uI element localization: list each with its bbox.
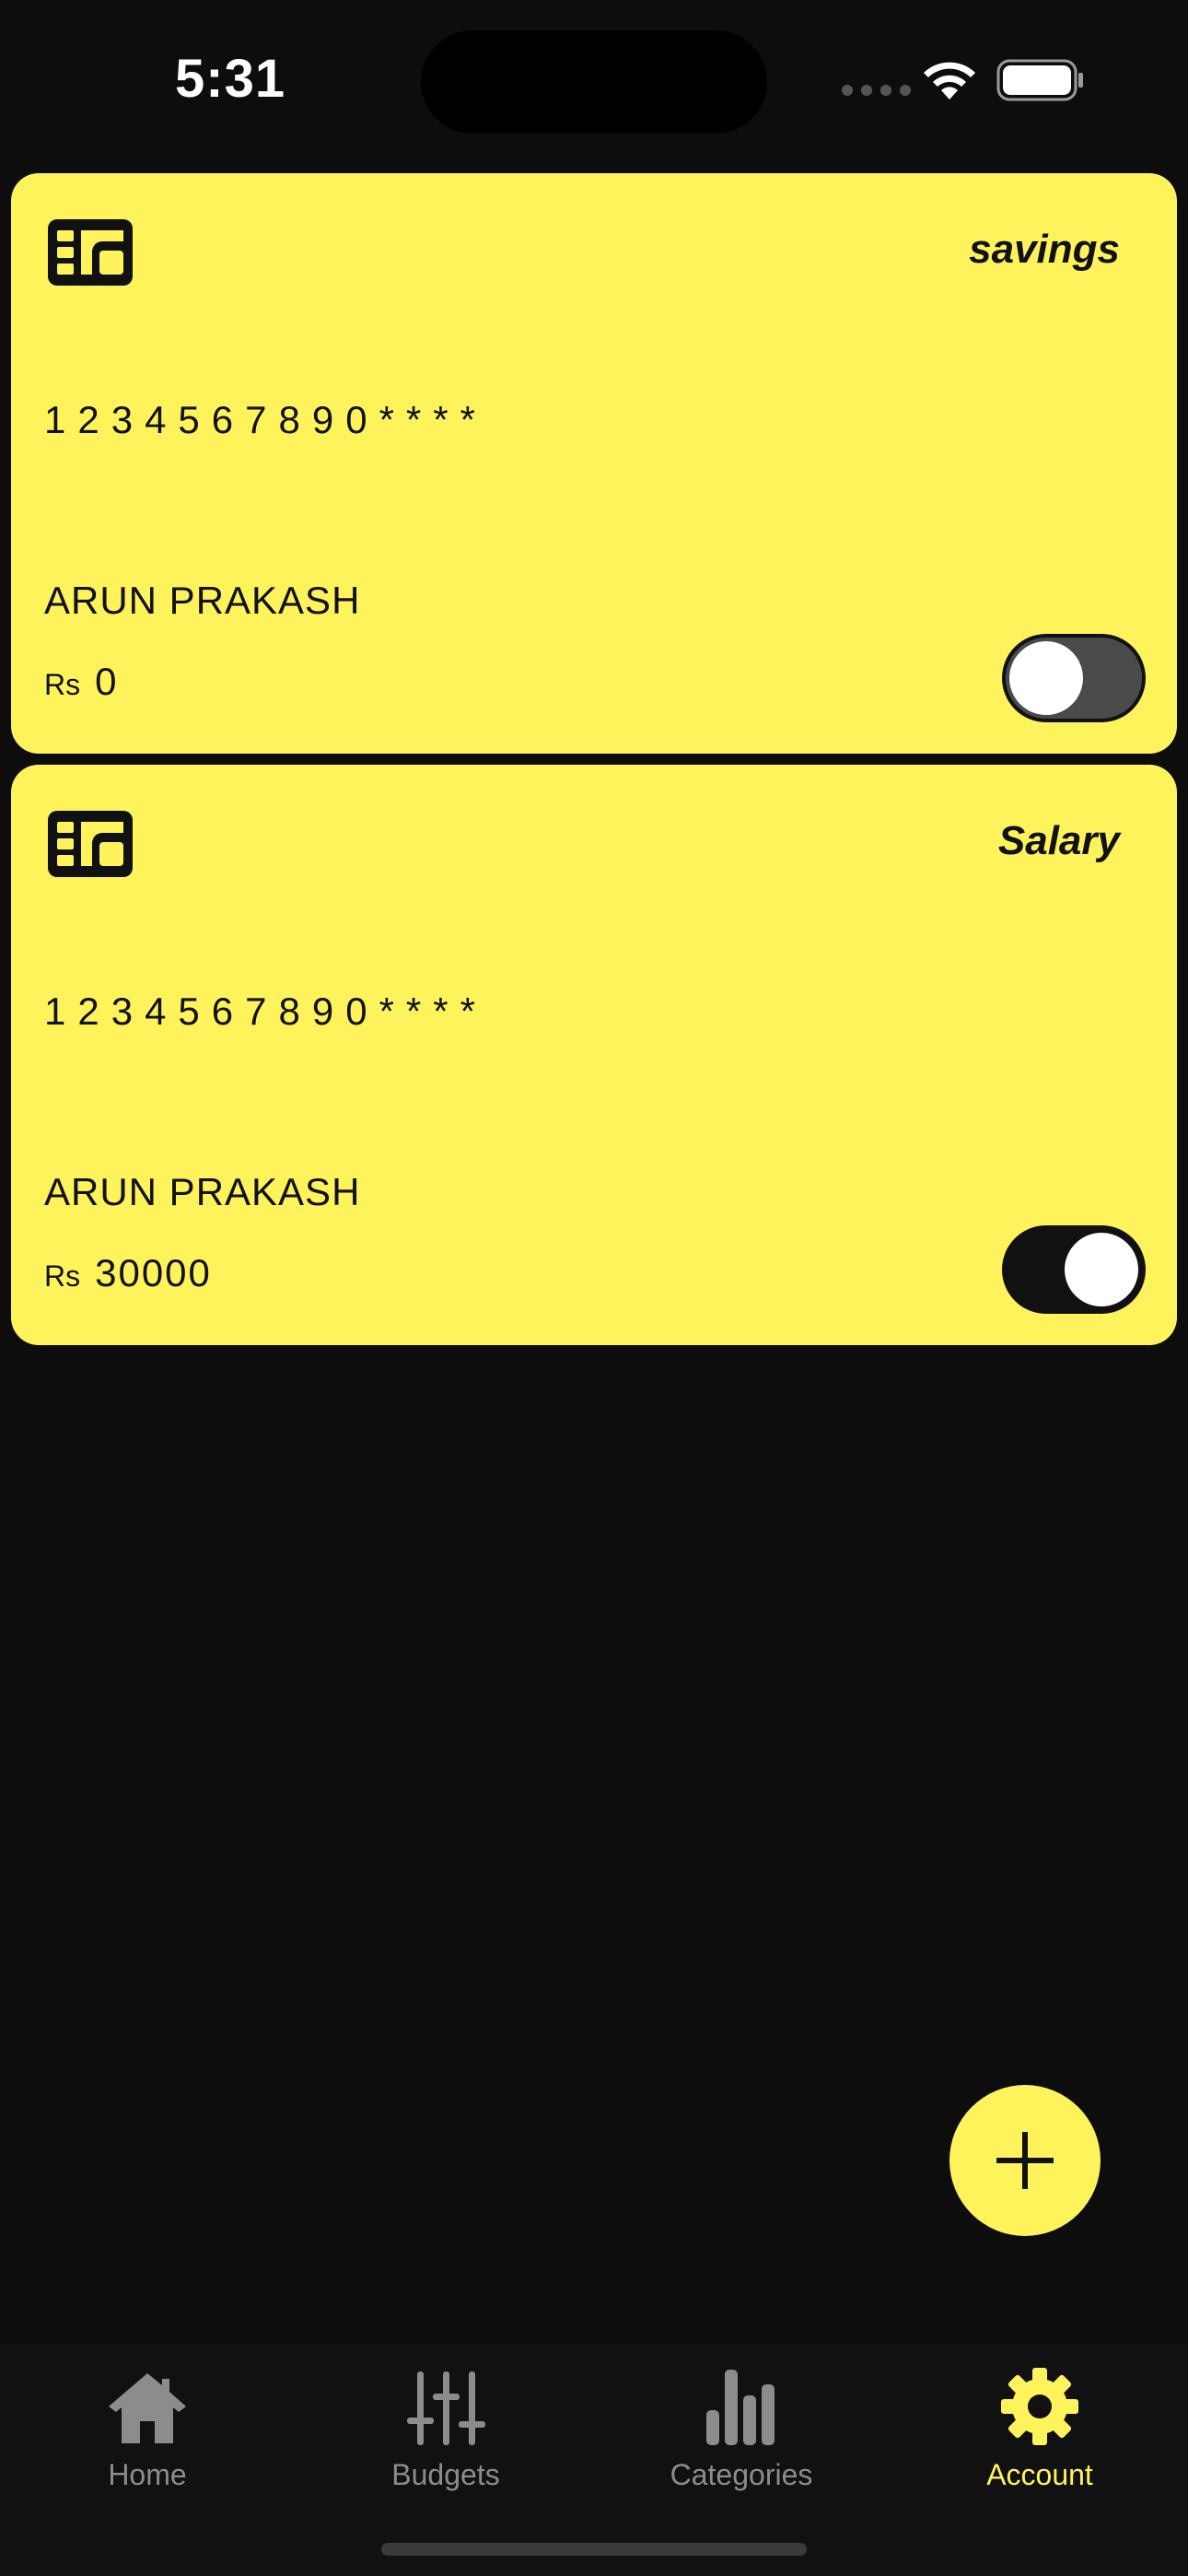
nav-label: Categories xyxy=(670,2458,813,2491)
account-card-salary[interactable]: Salary 1234567890**** ARUN PRAKASH Rs 30… xyxy=(11,765,1177,1345)
account-toggle[interactable] xyxy=(1002,1225,1146,1314)
toggle-knob xyxy=(1065,1233,1138,1306)
bottom-nav: Home Budgets Categories Account xyxy=(0,2344,1188,2576)
wifi-icon xyxy=(924,62,975,100)
cellular-signal-icon xyxy=(842,85,911,96)
nav-item-account[interactable]: Account xyxy=(920,2362,1159,2510)
card-number: 1234567890**** xyxy=(44,398,487,441)
nav-item-categories[interactable]: Categories xyxy=(622,2362,861,2510)
account-toggle[interactable] xyxy=(1002,634,1146,722)
currency-label: Rs xyxy=(44,668,81,701)
dynamic-island xyxy=(421,30,767,134)
plus-icon xyxy=(996,2132,1054,2189)
nav-item-budgets[interactable]: Budgets xyxy=(326,2362,565,2510)
battery-icon xyxy=(996,59,1083,101)
card-balance: Rs 30000 xyxy=(44,1251,212,1295)
account-card-savings[interactable]: savings 1234567890**** ARUN PRAKASH Rs 0 xyxy=(11,173,1177,754)
nav-label: Budgets xyxy=(391,2458,500,2491)
card-chip-icon xyxy=(48,811,133,877)
balance-amount: 30000 xyxy=(95,1251,212,1294)
card-number: 1234567890**** xyxy=(44,989,487,1033)
home-indicator xyxy=(381,2543,807,2556)
sliders-icon xyxy=(407,2371,485,2445)
card-holder-name: ARUN PRAKASH xyxy=(44,579,361,622)
add-account-button[interactable] xyxy=(949,2085,1101,2236)
balance-amount: 0 xyxy=(95,660,119,703)
gear-icon xyxy=(1001,2368,1078,2445)
card-holder-name: ARUN PRAKASH xyxy=(44,1170,361,1213)
status-bar: 5:31 xyxy=(0,0,1188,157)
bar-chart-icon xyxy=(706,2370,775,2445)
nav-label: Account xyxy=(986,2458,1093,2491)
toggle-knob xyxy=(1009,641,1083,715)
accounts-screen: 5:31 savings 1234567890**** ARUN PRAKASH xyxy=(0,0,1188,2576)
nav-label: Home xyxy=(108,2458,187,2491)
card-type-label: savings xyxy=(969,227,1120,272)
status-time: 5:31 xyxy=(175,49,286,109)
home-icon xyxy=(109,2373,186,2443)
currency-label: Rs xyxy=(44,1259,81,1293)
nav-item-home[interactable]: Home xyxy=(28,2362,267,2510)
card-balance: Rs 0 xyxy=(44,660,118,704)
card-type-label: Salary xyxy=(997,818,1120,863)
card-chip-icon xyxy=(48,219,133,286)
